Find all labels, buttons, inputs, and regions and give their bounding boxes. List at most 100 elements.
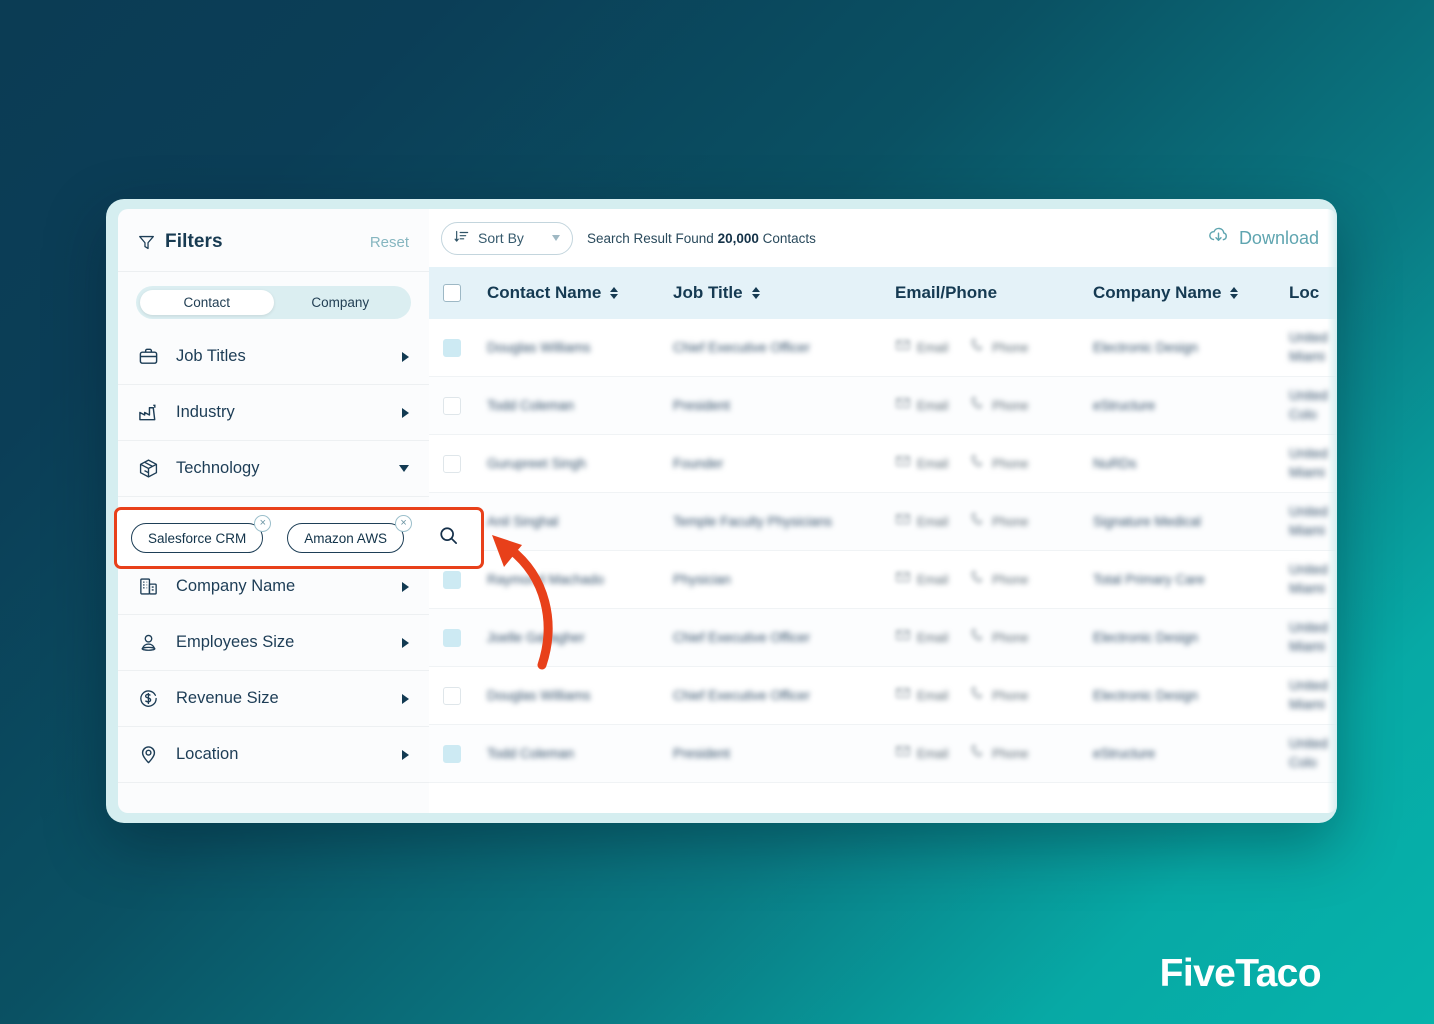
close-icon[interactable]: × <box>254 515 272 532</box>
cell-company-name: Total Primary Care <box>1093 571 1289 589</box>
table-row[interactable]: Todd Coleman President Email Phone eStructur… <box>429 725 1337 783</box>
row-checkbox[interactable] <box>443 628 461 647</box>
phone-icon <box>970 569 986 590</box>
email-button[interactable]: Email <box>895 685 948 706</box>
cell-contact-name: Douglas Williams <box>487 687 673 705</box>
chevron-right-icon[interactable] <box>402 693 409 704</box>
cell-contact-name: Raymond Machado <box>487 571 673 589</box>
phone-button[interactable]: Phone <box>970 337 1028 358</box>
tag-label: Salesforce CRM <box>148 530 247 546</box>
funnel-icon <box>138 234 155 251</box>
chevron-right-icon[interactable] <box>402 407 409 418</box>
select-all-checkbox[interactable] <box>443 284 461 302</box>
email-label: Email <box>917 572 949 587</box>
table-row[interactable]: Douglas Williams Chief Executive Officer E… <box>429 319 1337 377</box>
company-name-value: eStructure <box>1093 397 1156 413</box>
phone-button[interactable]: Phone <box>970 453 1028 474</box>
phone-button[interactable]: Phone <box>970 743 1028 764</box>
phone-button[interactable]: Phone <box>970 627 1028 648</box>
email-button[interactable]: Email <box>895 511 948 532</box>
close-icon[interactable]: × <box>395 515 413 532</box>
filter-row-industry[interactable]: Industry <box>118 385 429 441</box>
tag-chip[interactable]: Amazon AWS × <box>287 515 413 553</box>
cell-contact-name: Joelle Gallagher <box>487 629 673 647</box>
cell-company-name: Signature Medical <box>1093 513 1289 531</box>
table-row[interactable]: Todd Coleman President Email Phone eStructur… <box>429 377 1337 435</box>
table-row[interactable]: Douglas Williams Chief Executive Officer E… <box>429 667 1337 725</box>
row-checkbox[interactable] <box>443 454 461 473</box>
filter-row-location[interactable]: Location <box>118 727 429 783</box>
row-checkbox[interactable] <box>443 744 461 763</box>
sort-by-dropdown[interactable]: Sort By <box>441 221 573 255</box>
filter-row-revenue-size[interactable]: Revenue Size <box>118 671 429 727</box>
tag-chip[interactable]: Salesforce CRM × <box>131 515 272 553</box>
chevron-right-icon[interactable] <box>402 637 409 648</box>
chevron-right-icon[interactable] <box>402 351 409 362</box>
table-row[interactable]: Raymond Machado Physician Email Phone Total … <box>429 551 1337 609</box>
row-checkbox[interactable] <box>443 338 461 357</box>
row-checkbox[interactable] <box>443 570 461 589</box>
location-value: United Miami <box>1289 504 1329 538</box>
column-header-company-name[interactable]: Company Name <box>1093 283 1289 303</box>
table-row[interactable]: Anil Singhal Temple Faculty Physicians Ema… <box>429 493 1337 551</box>
sort-arrows-icon[interactable] <box>1230 287 1239 299</box>
email-button[interactable]: Email <box>895 743 948 764</box>
phone-icon <box>970 453 986 474</box>
table-row[interactable]: Gurupreet Singh Founder Email Phone NuRDs Uni… <box>429 435 1337 493</box>
cube-icon <box>138 458 162 479</box>
company-name-value: Total Primary Care <box>1093 571 1205 587</box>
factory-icon <box>138 402 162 423</box>
toggle-option-contact[interactable]: Contact <box>140 290 274 315</box>
phone-button[interactable]: Phone <box>970 511 1028 532</box>
row-select-cell <box>443 628 487 647</box>
email-button[interactable]: Email <box>895 453 948 474</box>
job-title-value: President <box>673 397 731 413</box>
phone-button[interactable]: Phone <box>970 685 1028 706</box>
email-button[interactable]: Email <box>895 395 948 416</box>
email-label: Email <box>917 456 949 471</box>
filter-label: Revenue Size <box>176 689 279 707</box>
phone-icon <box>970 685 986 706</box>
column-header-job-title[interactable]: Job Title <box>673 283 895 303</box>
chevron-right-icon[interactable] <box>402 581 409 592</box>
email-button[interactable]: Email <box>895 627 948 648</box>
chevron-down-icon[interactable] <box>552 235 560 241</box>
contact-name-value: Douglas Williams <box>487 339 591 355</box>
row-select-cell <box>443 338 487 357</box>
entity-toggle[interactable]: Contact Company <box>136 286 411 319</box>
briefcase-icon <box>138 346 162 367</box>
tag-label: Amazon AWS <box>304 530 388 546</box>
sort-arrows-icon[interactable] <box>610 287 619 299</box>
email-button[interactable]: Email <box>895 337 948 358</box>
results-panel: Sort By Search Result Found 20,000 Conta… <box>429 209 1337 813</box>
filter-row-job-titles[interactable]: Job Titles <box>118 329 429 385</box>
column-label: Email/Phone <box>895 283 998 302</box>
company-name-value: eStructure <box>1093 745 1156 761</box>
row-checkbox[interactable] <box>443 396 461 415</box>
cell-location: United Miami <box>1289 329 1337 365</box>
phone-label: Phone <box>992 572 1029 587</box>
phone-button[interactable]: Phone <box>970 569 1028 590</box>
sort-arrows-icon[interactable] <box>751 287 760 299</box>
email-button[interactable]: Email <box>895 569 948 590</box>
search-icon[interactable] <box>438 525 459 551</box>
chevron-right-icon[interactable] <box>402 749 409 760</box>
row-checkbox[interactable] <box>443 686 461 705</box>
filter-row-employees-size[interactable]: Employees Size <box>118 615 429 671</box>
column-header-contact-name[interactable]: Contact Name <box>487 283 673 303</box>
sort-icon <box>454 229 469 247</box>
reset-filters-button[interactable]: Reset <box>370 234 409 251</box>
cell-email-phone: Email Phone <box>895 743 1093 764</box>
filter-label: Industry <box>176 403 235 421</box>
bottom-fade <box>429 787 1337 813</box>
chevron-down-icon[interactable] <box>399 465 409 472</box>
filter-row-technology[interactable]: Technology <box>118 441 429 497</box>
download-button[interactable]: Download <box>1207 224 1319 252</box>
phone-label: Phone <box>992 746 1029 761</box>
table-row[interactable]: Joelle Gallagher Chief Executive Officer E… <box>429 609 1337 667</box>
column-header-location[interactable]: Loc <box>1289 283 1337 303</box>
toggle-option-company[interactable]: Company <box>274 290 408 315</box>
phone-button[interactable]: Phone <box>970 395 1028 416</box>
search-result-count: Search Result Found 20,000 Contacts <box>587 231 816 246</box>
cell-company-name: eStructure <box>1093 397 1289 415</box>
